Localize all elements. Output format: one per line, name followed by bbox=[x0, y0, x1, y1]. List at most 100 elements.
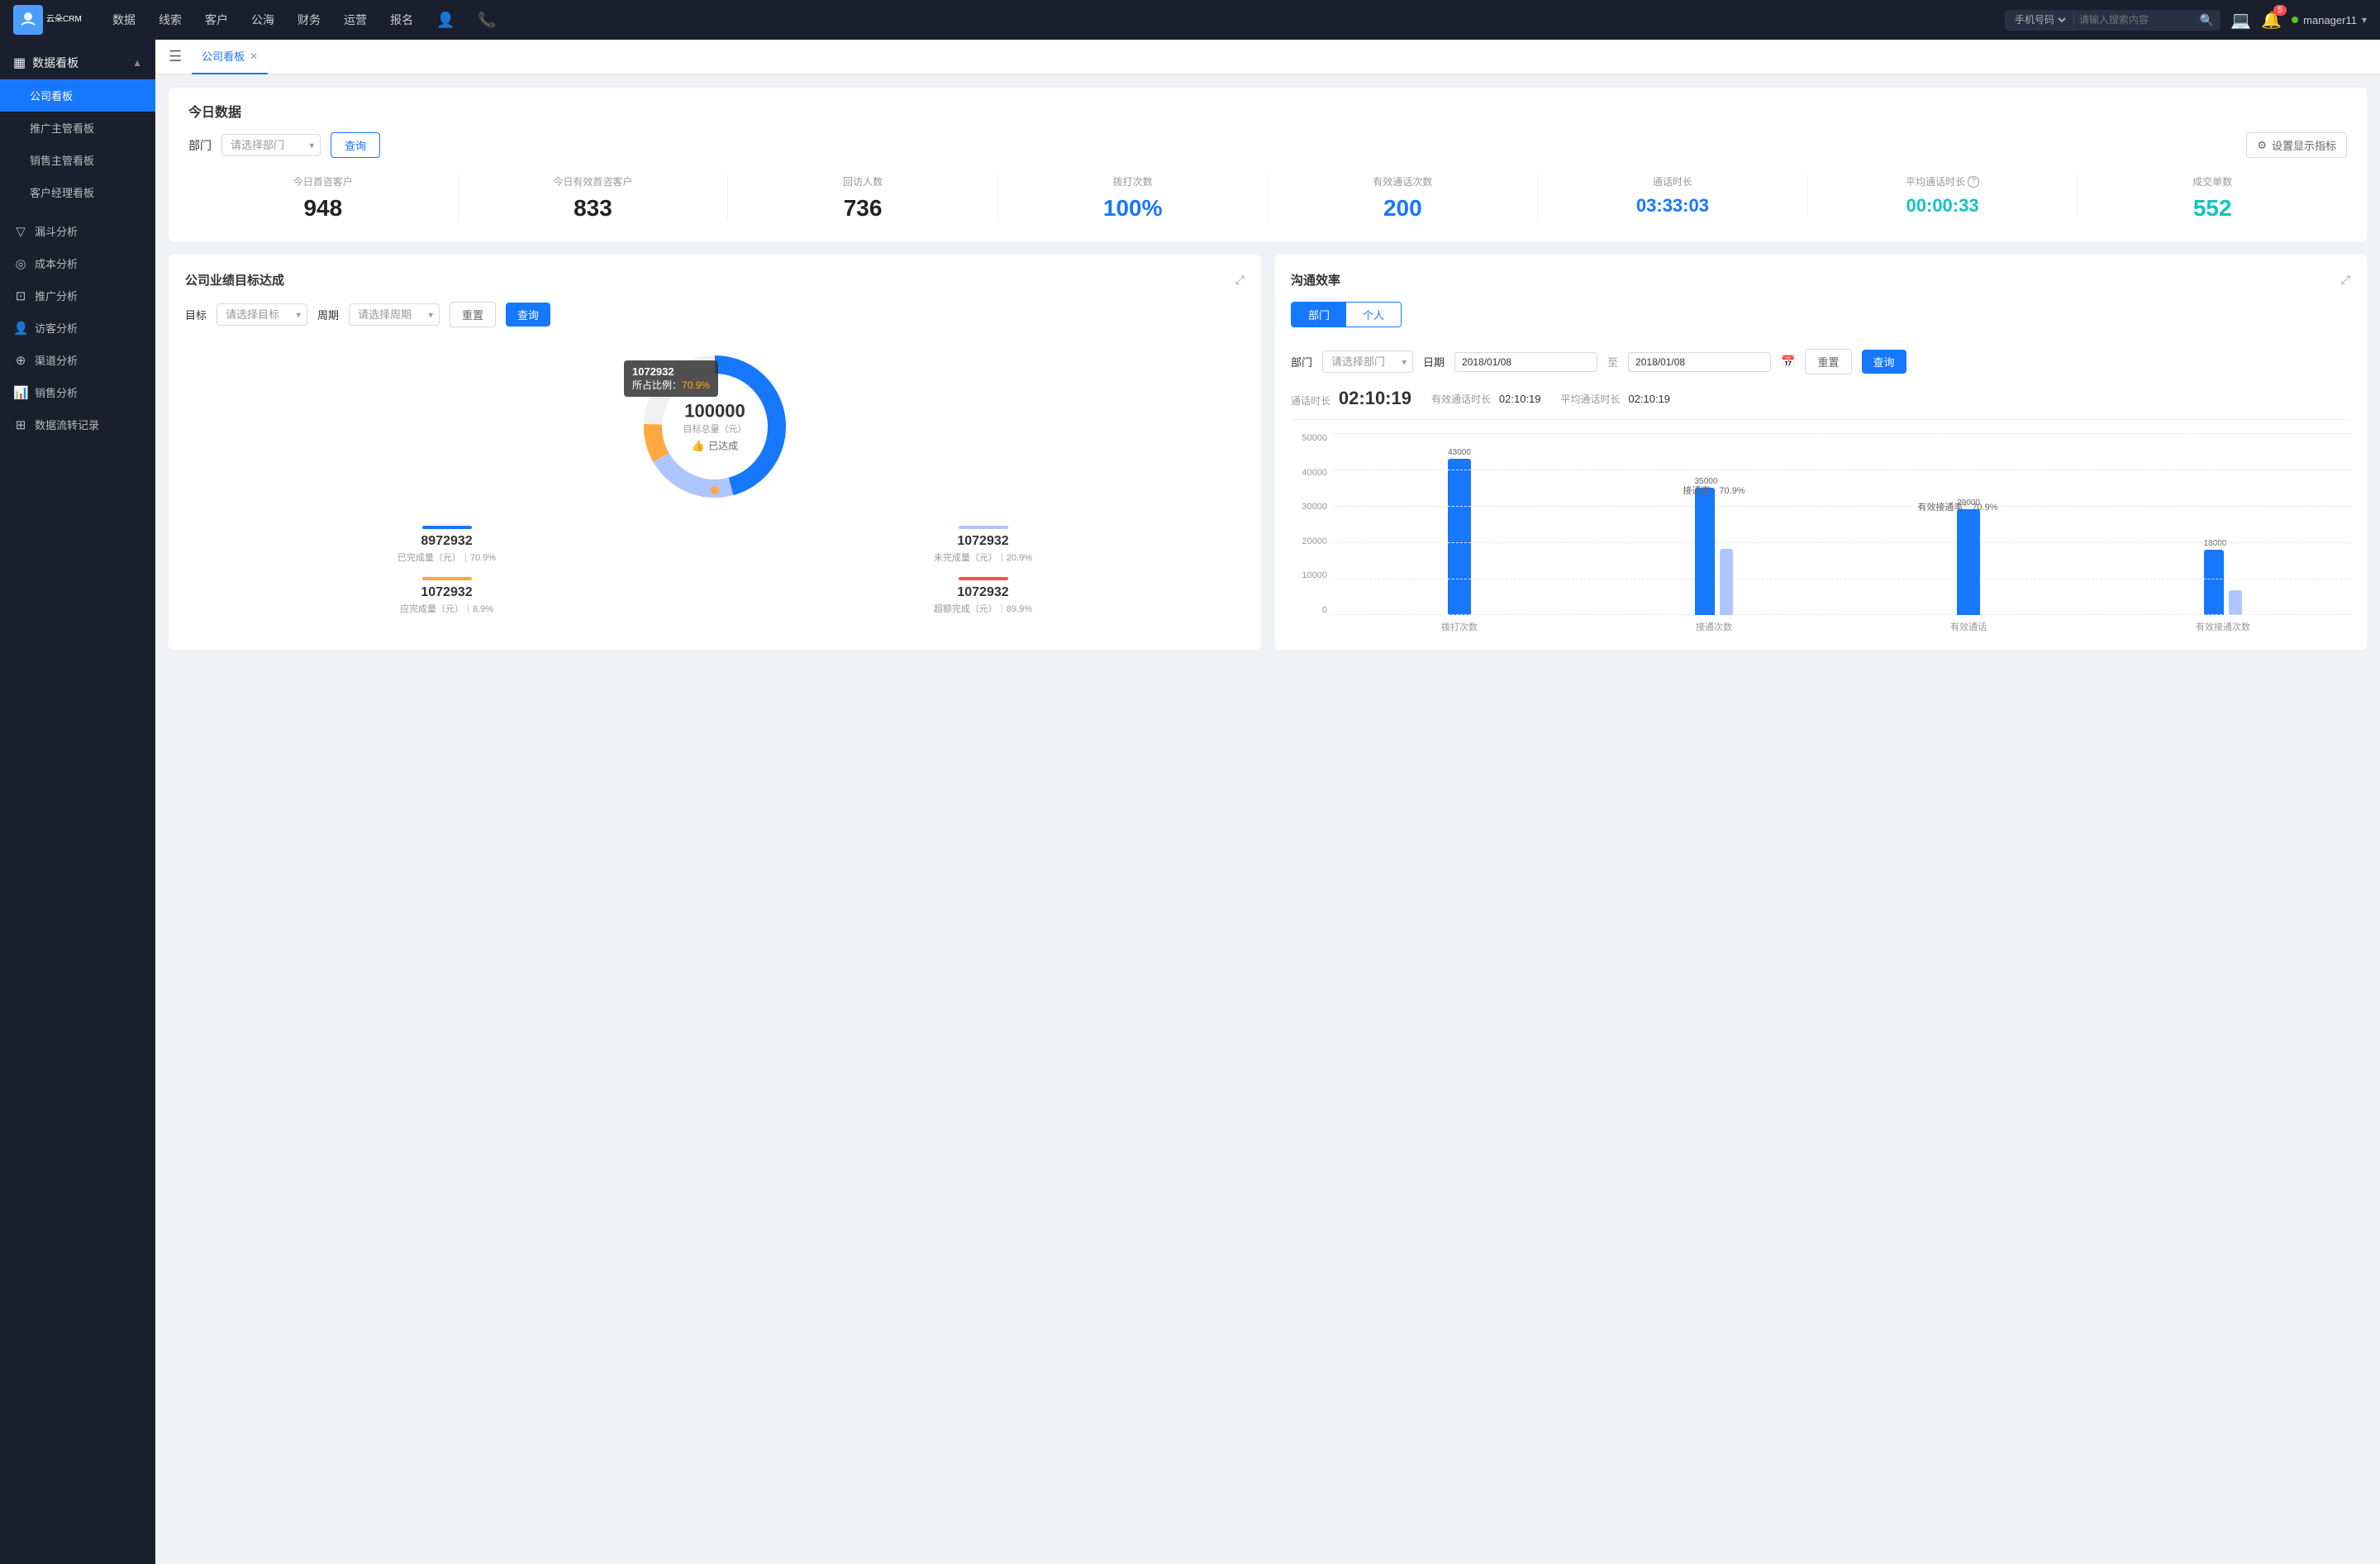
today-data-card: 今日数据 部门 请选择部门 查询 ⚙ 设置显示指标 bbox=[169, 88, 2367, 241]
target-query-button[interactable]: 查询 bbox=[506, 303, 550, 327]
nav-phone-icon[interactable]: 📞 bbox=[478, 12, 496, 29]
sidebar-item-visitor[interactable]: 👤 访客分析 bbox=[0, 312, 155, 344]
bar-effective-connect-main-wrap: 18000 bbox=[2204, 539, 2227, 615]
efficiency-tab-person[interactable]: 个人 bbox=[1346, 303, 1401, 327]
efficiency-date-to[interactable] bbox=[1628, 352, 1771, 372]
tab-bar: ☰ 公司看板 ✕ bbox=[155, 40, 2380, 74]
stat-effective-calls-label: 有效通话次数 bbox=[1282, 174, 1525, 188]
target-stat-uncompleted: 1072932 未完成量（元）｜20.9% bbox=[721, 526, 1245, 564]
target-stats-grid: 8972932 已完成量（元）｜70.9% 1072932 未完成量（元）｜20… bbox=[185, 526, 1245, 615]
stat-effective-calls-value: 200 bbox=[1282, 195, 1525, 222]
device-icon[interactable]: 💻 bbox=[2230, 10, 2251, 31]
calendar-icon[interactable]: 📅 bbox=[1781, 355, 1795, 369]
bar-group-effective-connect: 18000 bbox=[2096, 433, 2350, 615]
notification-badge: 5 bbox=[2273, 5, 2287, 16]
target-reset-button[interactable]: 重置 bbox=[450, 302, 496, 327]
settings-icon: ⚙ bbox=[2257, 139, 2267, 152]
nav-person-icon[interactable]: 👤 bbox=[436, 12, 455, 29]
target-label: 目标 bbox=[185, 307, 207, 322]
sidebar-item-promo[interactable]: ⊡ 推广分析 bbox=[0, 279, 155, 312]
bar-effective-wrap: 29000 bbox=[1957, 498, 1980, 615]
user-info[interactable]: manager11 ▾ bbox=[2292, 14, 2367, 26]
target-stat-extra: 1072932 超额完成（元）｜89.9% bbox=[721, 577, 1245, 615]
efficiency-controls: 部门 请选择部门 日期 至 📅 重置 查询 bbox=[1291, 349, 2350, 374]
search-box: 手机号码 🔍 bbox=[2005, 10, 2221, 31]
sidebar-item-channel[interactable]: ⊕ 渠道分析 bbox=[0, 344, 155, 376]
sidebar-item-sales[interactable]: 📊 销售分析 bbox=[0, 376, 155, 408]
extra-value: 1072932 bbox=[721, 585, 1245, 600]
nav-sea[interactable]: 公海 bbox=[251, 12, 274, 28]
main-content: ☰ 公司看板 ✕ 今日数据 部门 请选择部门 bbox=[155, 40, 2380, 1564]
nav-data[interactable]: 数据 bbox=[112, 12, 136, 28]
stat-deals-label: 成交单数 bbox=[2091, 174, 2334, 188]
efficiency-dept-label: 部门 bbox=[1291, 354, 1312, 370]
efficiency-date-from[interactable] bbox=[1454, 352, 1597, 372]
funnel-icon: ▽ bbox=[13, 224, 28, 239]
channel-icon: ⊕ bbox=[13, 353, 28, 368]
sidebar-item-flow-label: 数据流转记录 bbox=[35, 417, 99, 432]
settings-button[interactable]: ⚙ 设置显示指标 bbox=[2246, 132, 2347, 158]
x-label-connected: 接通次数 bbox=[1587, 620, 1841, 633]
efficiency-top-controls: 部门 个人 bbox=[1291, 302, 2350, 337]
stat-effective-consult: 今日有效首咨客户 833 bbox=[459, 174, 729, 222]
tooltip-rate-value: 70.9% bbox=[682, 379, 710, 391]
target-expand-icon[interactable]: ⤢ bbox=[1235, 273, 1245, 287]
sidebar-header-dashboard[interactable]: ▦ 数据看板 ▲ bbox=[0, 46, 155, 79]
nav-leads[interactable]: 线索 bbox=[159, 12, 182, 28]
search-button[interactable]: 🔍 bbox=[2200, 13, 2214, 27]
avg-duration-info-icon[interactable]: ? bbox=[1968, 176, 1979, 188]
effective-call-duration: 有效通话时长 02:10:19 bbox=[1431, 392, 1541, 406]
should-value: 1072932 bbox=[185, 585, 708, 600]
tab-company-board[interactable]: 公司看板 ✕ bbox=[192, 40, 268, 74]
bar-effective-connect-value: 18000 bbox=[2204, 539, 2227, 548]
nav-operations[interactable]: 运营 bbox=[344, 12, 367, 28]
tooltip-rate: 所占比例：70.9% bbox=[632, 378, 710, 392]
panels-row: 公司业绩目标达成 ⤢ 目标 请选择目标 周期 bbox=[169, 255, 2367, 650]
target-stat-completed: 8972932 已完成量（元）｜70.9% bbox=[185, 526, 708, 564]
nav-signup[interactable]: 报名 bbox=[390, 12, 413, 28]
today-data-filter-row: 部门 请选择部门 查询 ⚙ 设置显示指标 bbox=[188, 132, 2347, 158]
nav-customers[interactable]: 客户 bbox=[205, 12, 228, 28]
efficiency-expand-icon[interactable]: ⤢ bbox=[2341, 273, 2350, 287]
efficiency-reset-button[interactable]: 重置 bbox=[1805, 349, 1851, 374]
nav-finance[interactable]: 财务 bbox=[298, 12, 321, 28]
stat-call-duration-label: 通话时长 bbox=[1551, 174, 1794, 188]
tab-close-icon[interactable]: ✕ bbox=[250, 50, 258, 62]
completed-bar bbox=[422, 526, 472, 529]
bar-connected-main bbox=[1695, 488, 1715, 615]
sidebar-item-manager-board[interactable]: 客户经理看板 bbox=[0, 176, 155, 208]
sidebar-item-sales-board[interactable]: 销售主管看板 bbox=[0, 144, 155, 176]
sidebar-item-company-board[interactable]: 公司看板 bbox=[0, 79, 155, 112]
target-stat-should: 1072932 应完成量（元）｜8.9% bbox=[185, 577, 708, 615]
sidebar-item-flow[interactable]: ⊞ 数据流转记录 bbox=[0, 408, 155, 441]
page-content: 今日数据 部门 请选择部门 查询 ⚙ 设置显示指标 bbox=[155, 74, 2380, 663]
rate-label-1: 接通率：70.9% bbox=[1683, 483, 1745, 497]
sidebar-collapse-arrow[interactable]: ▲ bbox=[132, 57, 142, 69]
efficiency-dept-select[interactable]: 请选择部门 bbox=[1322, 350, 1413, 373]
period-select[interactable]: 请选择周期 bbox=[349, 303, 440, 326]
sidebar-item-sales-label: 销售分析 bbox=[35, 384, 78, 400]
sidebar-item-funnel[interactable]: ▽ 漏斗分析 bbox=[0, 215, 155, 247]
efficiency-tab-dept[interactable]: 部门 bbox=[1292, 303, 1346, 327]
sidebar-item-visitor-label: 访客分析 bbox=[35, 320, 78, 336]
sidebar-item-cost[interactable]: ◎ 成本分析 bbox=[0, 247, 155, 279]
bar-group-effective: 有效接通率：70.9% 29000 bbox=[1841, 433, 2096, 615]
stat-first-consult: 今日首咨客户 948 bbox=[188, 174, 459, 222]
user-dropdown-arrow[interactable]: ▾ bbox=[2362, 14, 2367, 26]
search-input[interactable] bbox=[2079, 14, 2195, 26]
top-navigation: 云朵CRM 数据 线索 客户 公海 财务 运营 报名 👤 📞 手机号码 🔍 💻 … bbox=[0, 0, 2380, 40]
total-call-duration-value: 02:10:19 bbox=[1339, 388, 1411, 408]
completed-desc: 已完成量（元）｜70.9% bbox=[185, 551, 708, 564]
notification-icon[interactable]: 🔔 5 bbox=[2261, 10, 2282, 31]
sidebar-item-promo-board[interactable]: 推广主管看板 bbox=[0, 112, 155, 144]
search-type-select[interactable]: 手机号码 bbox=[2011, 13, 2068, 26]
stat-revisit-label: 回访人数 bbox=[741, 174, 984, 188]
logo-text: 云朵CRM bbox=[46, 15, 82, 25]
efficiency-query-button[interactable]: 查询 bbox=[1862, 350, 1906, 374]
hamburger-menu[interactable]: ☰ bbox=[169, 48, 182, 65]
target-select[interactable]: 请选择目标 bbox=[217, 303, 307, 326]
dept-select[interactable]: 请选择部门 bbox=[221, 134, 321, 156]
period-select-wrapper: 请选择周期 bbox=[349, 303, 440, 326]
today-query-button[interactable]: 查询 bbox=[331, 132, 380, 158]
effective-call-duration-label: 有效通话时长 bbox=[1431, 393, 1491, 405]
